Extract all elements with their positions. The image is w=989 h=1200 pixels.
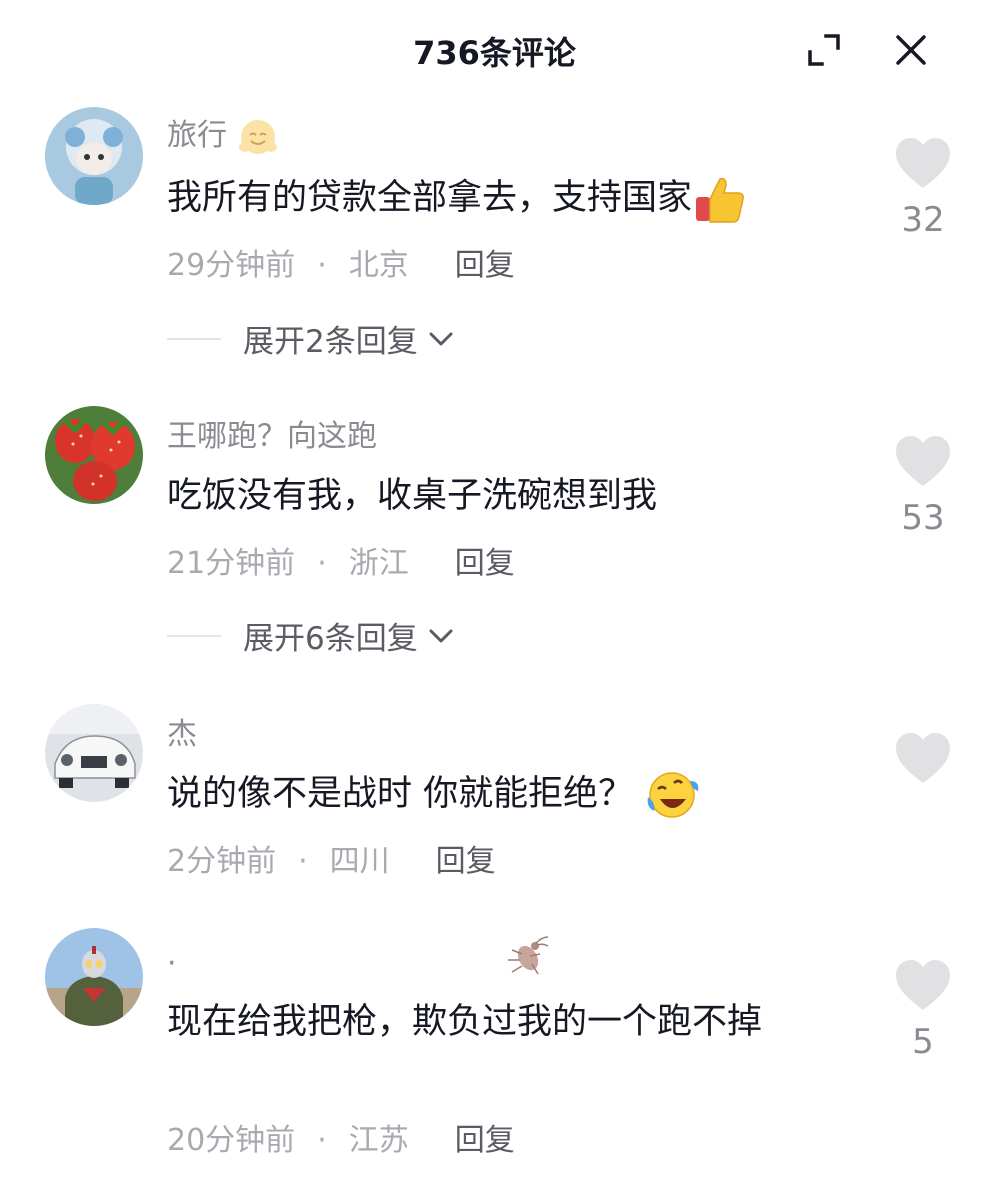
comment-text: 现在给我把枪，欺负过我的一个跑不掉	[167, 990, 847, 1054]
like-count: 32	[901, 200, 945, 240]
like-button[interactable]: 53	[893, 434, 953, 538]
comment-text-body: 说的像不是战时 你就能拒绝？	[167, 774, 634, 814]
username-text: 旅行	[167, 118, 227, 153]
avatar[interactable]	[45, 406, 143, 504]
username-text: 杰	[167, 717, 197, 752]
divider-line	[167, 337, 221, 340]
chevron-down-icon	[429, 332, 453, 345]
chevron-down-icon	[429, 629, 453, 642]
hugging-face-emoji	[238, 119, 277, 154]
rolling-on-floor-laughing-emoji	[647, 772, 699, 818]
divider-line	[167, 634, 221, 637]
heart-icon	[896, 733, 950, 783]
comment-text: 说的像不是战时 你就能拒绝？	[167, 762, 847, 826]
avatar[interactable]	[45, 704, 143, 802]
expand-replies-label: 展开6条回复	[243, 621, 418, 657]
heart-icon	[896, 960, 950, 1010]
comment-meta: 29分钟前 · 北京 回复	[167, 240, 515, 284]
comments-header: 736条评论	[0, 0, 989, 100]
comment-location: 四川	[329, 844, 390, 879]
expand-replies-label: 展开2条回复	[243, 324, 418, 360]
meta-dot: ·	[317, 248, 327, 283]
like-count: 53	[901, 498, 945, 538]
comment-text-body: 现在给我把枪，欺负过我的一个跑不掉	[167, 1002, 763, 1042]
like-button[interactable]	[893, 731, 953, 795]
expand-replies-button[interactable]: 展开6条回复	[167, 613, 454, 658]
meta-dot: ·	[317, 546, 327, 581]
avatar[interactable]	[45, 107, 143, 205]
comment-text: 我所有的贷款全部拿去，支持国家	[167, 166, 847, 230]
comment-time: 21分钟前	[167, 546, 296, 581]
reply-button[interactable]: 回复	[436, 844, 496, 879]
comment-location: 江苏	[348, 1123, 409, 1158]
comment-meta: 21分钟前 · 浙江 回复	[167, 538, 515, 582]
expand-replies-button[interactable]: 展开2条回复	[167, 316, 454, 361]
username[interactable]: 旅行	[167, 110, 279, 157]
comment-location: 北京	[348, 248, 409, 283]
like-button[interactable]: 32	[893, 136, 953, 240]
reply-button[interactable]: 回复	[455, 546, 515, 581]
avatar[interactable]	[45, 928, 143, 1026]
comment-text-body: 我所有的贷款全部拿去，支持国家	[167, 178, 693, 218]
like-button[interactable]: 5	[893, 958, 953, 1062]
meta-dot: ·	[298, 844, 308, 879]
reply-button[interactable]: 回复	[455, 248, 515, 283]
comment-time: 2分钟前	[167, 844, 277, 879]
username-text: .	[167, 937, 177, 973]
thumbs-up-emoji	[696, 177, 744, 223]
heart-icon	[896, 436, 950, 486]
username[interactable]: 杰	[167, 709, 197, 753]
like-count: 5	[912, 1022, 934, 1062]
comment-text: 吃饭没有我，收桌子洗碗想到我	[167, 464, 847, 528]
username[interactable]: 王哪跑？向这跑	[167, 411, 377, 455]
username-text: 王哪跑？向这跑	[167, 419, 377, 454]
comment-location: 浙江	[348, 546, 409, 581]
cockroach-emoji	[508, 936, 549, 975]
meta-dot: ·	[317, 1123, 327, 1158]
heart-icon	[896, 138, 950, 188]
comment-time: 20分钟前	[167, 1123, 296, 1158]
comment-text-body: 吃饭没有我，收桌子洗碗想到我	[167, 476, 658, 516]
comment-time: 29分钟前	[167, 248, 296, 283]
close-icon[interactable]	[893, 32, 929, 68]
comment-meta: 20分钟前 · 江苏 回复	[167, 1115, 515, 1159]
expand-icon[interactable]	[806, 32, 842, 68]
comment-meta: 2分钟前 · 四川 回复	[167, 836, 496, 880]
username[interactable]: .	[167, 934, 550, 978]
reply-button[interactable]: 回复	[455, 1123, 515, 1158]
